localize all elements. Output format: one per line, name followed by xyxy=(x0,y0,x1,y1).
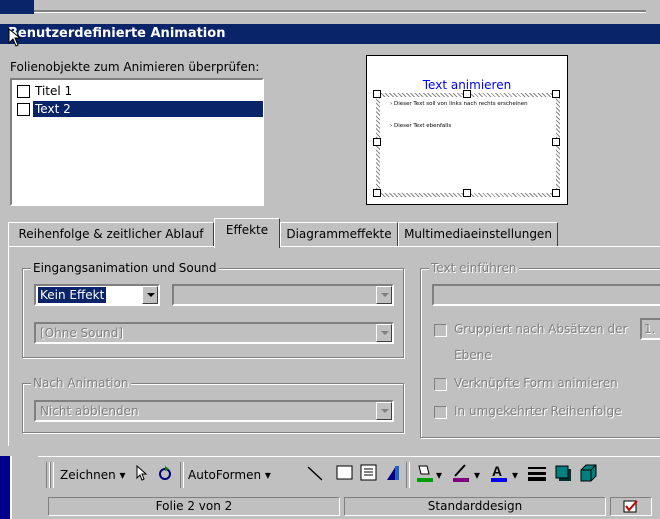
svg-text:A: A xyxy=(492,463,502,479)
checkbox[interactable] xyxy=(17,85,30,98)
wordart-icon[interactable] xyxy=(384,464,402,482)
entry-animation-group: Eingangsanimation und Sound xyxy=(22,261,404,358)
reverse-order-checkbox xyxy=(434,406,447,419)
text-introduce-select xyxy=(432,284,660,306)
effect-select[interactable]: Kein Effekt xyxy=(34,284,160,306)
level-value: 1. xyxy=(644,322,656,336)
status-design: Standarddesign xyxy=(344,497,606,516)
group-title: Text einführen xyxy=(429,261,519,275)
resize-handle xyxy=(552,138,560,146)
font-color-icon[interactable]: A xyxy=(488,462,510,484)
draw-menu-button[interactable]: Zeichnen ▾ xyxy=(60,468,126,482)
parent-window-titlebar xyxy=(0,0,34,14)
line-icon[interactable] xyxy=(306,464,324,482)
separator xyxy=(406,462,410,488)
mouse-pointer-icon xyxy=(8,28,22,47)
draw-menu-label: Zeichnen xyxy=(60,468,116,482)
resize-handle xyxy=(552,90,560,98)
group-title: Nach Animation xyxy=(31,376,131,390)
free-rotate-icon[interactable] xyxy=(156,464,174,482)
parent-window-strip xyxy=(0,0,660,24)
object-list[interactable]: Titel 1 Text 2 xyxy=(10,78,264,206)
direction-select xyxy=(172,284,394,306)
resize-handle xyxy=(373,189,381,197)
checkbox[interactable] xyxy=(17,103,30,116)
fill-color-icon[interactable] xyxy=(414,462,436,484)
line-color-dropdown[interactable]: ▾ xyxy=(474,468,480,482)
resize-handle xyxy=(463,189,471,197)
group-paragraphs-label: Gruppiert nach Absätzen der xyxy=(454,322,628,336)
fill-color-dropdown[interactable]: ▾ xyxy=(436,468,442,482)
animate-shape-checkbox xyxy=(434,378,447,391)
list-item-label: Text 2 xyxy=(33,101,263,117)
toolbar-left-strip xyxy=(10,456,38,519)
preview-bullet-text: Dieser Text ebenfalls xyxy=(393,123,452,129)
tab-reihenfolge[interactable]: Reihenfolge & zeitlicher Ablauf xyxy=(8,222,214,246)
line-style-icon[interactable] xyxy=(526,464,548,482)
3d-icon[interactable] xyxy=(578,463,598,483)
preview-bullet: › Dieser Text soll von links nach rechts… xyxy=(390,101,528,107)
resize-handle xyxy=(373,90,381,98)
sound-select-value: [Ohne Sound] xyxy=(40,326,124,340)
taskbar-edge xyxy=(0,456,10,519)
after-animation-select: Nicht abblenden xyxy=(34,400,394,422)
line-color-icon[interactable] xyxy=(450,462,472,484)
preview-bullet-text: Dieser Text soll von links nach rechts e… xyxy=(393,101,528,107)
divider xyxy=(34,10,646,13)
textbox-icon[interactable] xyxy=(360,464,378,482)
group-title: Eingangsanimation und Sound xyxy=(31,261,219,275)
spelling-status-icon xyxy=(610,497,652,516)
preview-text-frame: › Dieser Text soll von links nach rechts… xyxy=(373,90,560,197)
level-label: Ebene xyxy=(454,348,492,362)
reverse-order-label: In umgekehrter Reihenfolge xyxy=(454,404,622,418)
font-color-dropdown[interactable]: ▾ xyxy=(512,468,518,482)
resize-handle xyxy=(373,138,381,146)
status-slide: Folie 2 von 2 xyxy=(48,497,340,516)
tab-effekte[interactable]: Effekte xyxy=(214,218,280,248)
sound-select: [Ohne Sound] xyxy=(34,322,394,344)
status-bar: Folie 2 von 2 Standarddesign xyxy=(38,494,660,519)
chevron-down-icon xyxy=(376,402,392,420)
tab-diagrammeffekte[interactable]: Diagrammeffekte xyxy=(280,222,398,246)
resize-handle xyxy=(552,189,560,197)
chevron-down-icon xyxy=(376,324,392,342)
autoshapes-label: AutoFormen xyxy=(188,468,262,482)
effect-select-value: Kein Effekt xyxy=(36,286,108,304)
group-paragraphs-checkbox xyxy=(434,324,447,337)
objects-label: Folienobjekte zum Animieren überprüfen: xyxy=(10,60,260,74)
slide-preview: Text animieren › Dieser Text soll von li… xyxy=(366,55,568,205)
after-animation-value: Nicht abblenden xyxy=(40,404,139,418)
select-objects-icon[interactable] xyxy=(134,464,150,482)
resize-handle xyxy=(463,90,471,98)
dialog-title: Benutzerdefinierte Animation xyxy=(0,24,660,44)
level-spinner: 1. xyxy=(640,318,660,340)
chevron-down-icon xyxy=(376,286,392,304)
chevron-down-icon[interactable] xyxy=(142,286,158,304)
preview-bullet: › Dieser Text ebenfalls xyxy=(390,123,452,129)
animate-shape-label: Verknüpfte Form animieren xyxy=(454,376,618,390)
list-item-label: Titel 1 xyxy=(35,84,73,98)
rectangle-icon[interactable] xyxy=(336,465,354,481)
shadow-icon[interactable] xyxy=(554,464,572,482)
separator xyxy=(180,462,184,488)
list-item-text-2[interactable]: Text 2 xyxy=(15,100,263,118)
tab-multimedia[interactable]: Multimediaeinstellungen xyxy=(398,222,558,246)
list-item-titel-1[interactable]: Titel 1 xyxy=(15,82,261,100)
autoshapes-menu-button[interactable]: AutoFormen ▾ xyxy=(188,468,271,482)
toolbar-grip xyxy=(50,462,54,488)
